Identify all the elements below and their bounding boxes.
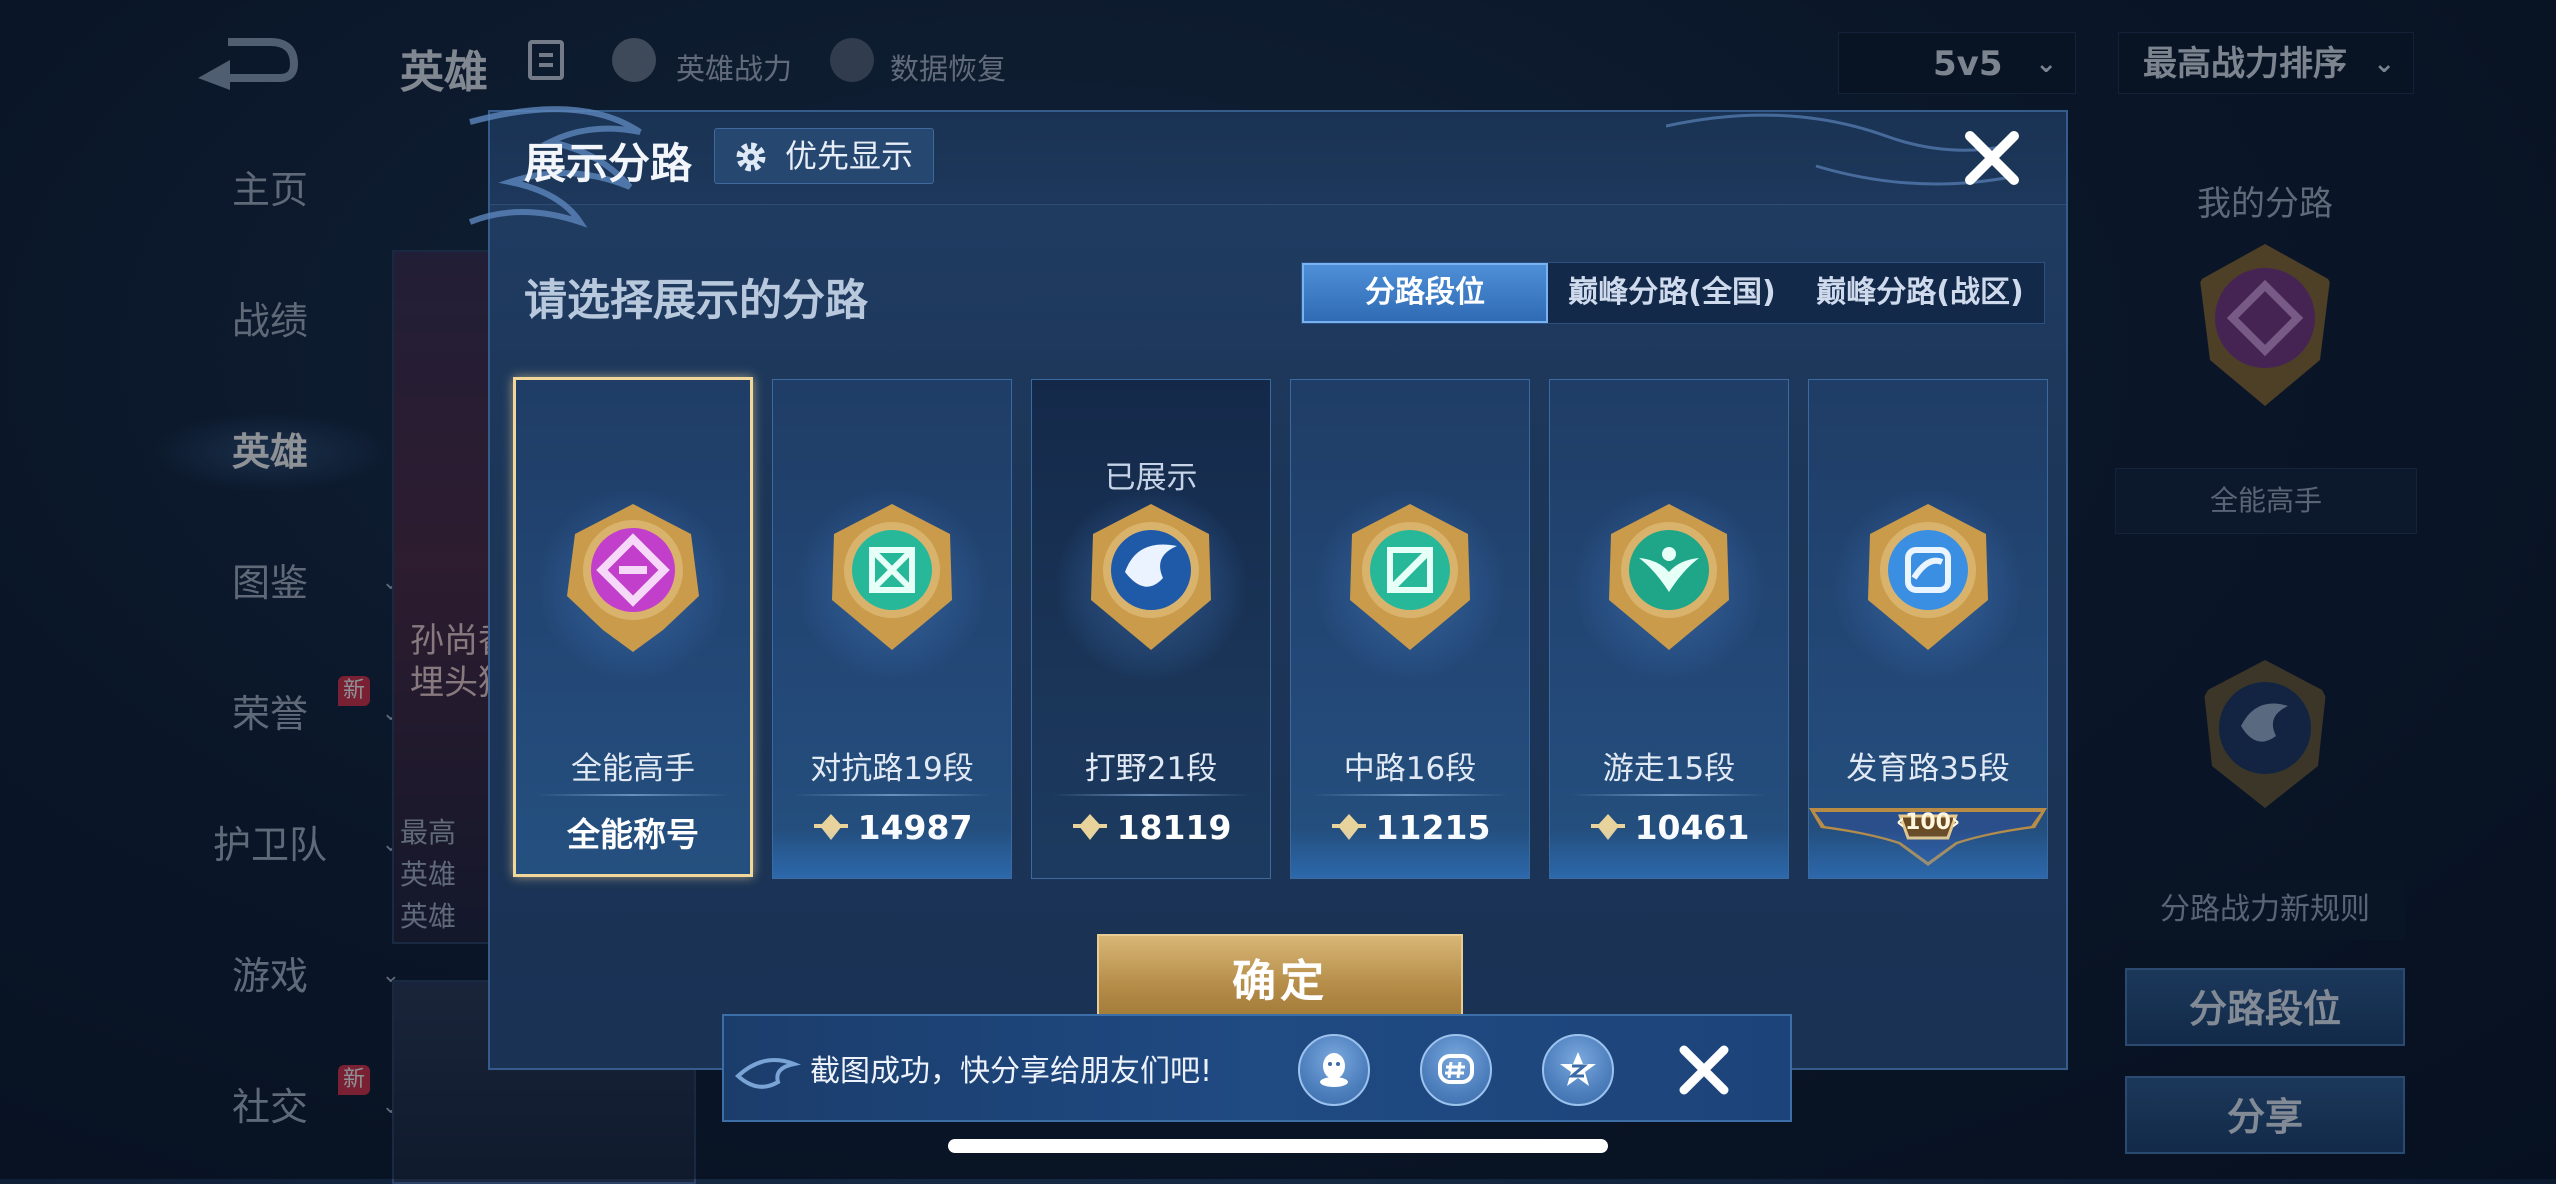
lane-card-roam[interactable]: 游走15段 10461 [1549,379,1789,879]
farm-lane-emblem-icon [1868,504,1988,650]
lane-name: 中路16段 [1343,751,1477,787]
modal-title: 展示分路 [524,139,693,188]
tab-peak-region[interactable]: 巅峰分路(战区) [1796,263,2044,323]
lane-name: 打野21段 [1084,751,1218,787]
nav-item-codex[interactable]: 图鉴 ⌄ [150,543,400,623]
divider [793,794,991,796]
share-button[interactable]: 分享 [2125,1076,2405,1154]
lane-card-farm[interactable]: 发育路35段 ‹100› [1808,379,2048,879]
new-badge: 新 [337,676,370,706]
nav-item-honor[interactable]: 荣誉 ⌄ 新 [150,674,400,754]
divider [1570,794,1768,796]
card-glow [1809,828,2047,878]
nav-label: 主页 [231,168,308,212]
hero-power-link[interactable]: 英雄战力 [676,46,792,88]
nav-item-guard[interactable]: 护卫队 ⌄ [150,805,400,885]
tab-peak-national[interactable]: 巅峰分路(全国) [1548,263,1796,323]
toast-message: 截图成功，快分享给朋友们吧! [810,1054,1213,1089]
card-glow [1291,828,1529,878]
my-lane-title: 我的分路 [2197,184,2333,224]
data-restore-icon [830,38,874,82]
hero-power-icon [612,38,656,82]
share-toast: 截图成功，快分享给朋友们吧! [722,1014,1792,1122]
jungle-emblem-icon [1091,504,1211,650]
close-icon[interactable] [1960,126,2024,190]
modal-subtitle: 请选择展示的分路 [524,276,868,326]
nav-label: 荣誉 [231,692,308,736]
nav-label: 社交 [231,1085,308,1129]
cloud-swirl-decoration [735,1058,801,1089]
divider [536,794,730,796]
qq-icon [1320,1053,1348,1087]
lane-tabs: 分路段位 巅峰分路(全国) 巅峰分路(战区) [1301,262,2045,324]
lane-rank-button[interactable]: 分路段位 [2125,968,2405,1046]
lane-name: 全能高手 [571,751,695,787]
lane-display-modal: 展示分路 优先显示 请选择展示的分路 分路段位 巅峰分路(全国) 巅峰分路(战区… [468,106,2068,1070]
tab-lane-rank[interactable]: 分路段位 [1302,263,1548,323]
cloud-swirl-decoration [468,106,642,228]
qzone-icon [1560,1052,1596,1086]
data-restore-link[interactable]: 数据恢复 [890,46,1006,88]
back-arrow-icon[interactable] [190,30,300,90]
lane-card-all-round[interactable]: 全能高手 全能称号 [513,377,753,877]
power-icon [1072,814,1107,840]
list-icon[interactable] [528,40,564,80]
sort-select-value: 最高战力排序 [2143,44,2347,84]
gear-icon [736,142,766,172]
nav-item-games[interactable]: 游戏 ⌄ [150,936,400,1016]
nav-item-social[interactable]: 社交 ⌄ 新 [150,1065,400,1147]
new-badge: 新 [337,1065,370,1095]
chevron-down-icon: ⌄ [2373,49,2395,79]
divider [1311,794,1509,796]
nav-label: 护卫队 [212,823,327,867]
lane-name: 发育路35段 [1846,751,2010,787]
home-indicator[interactable] [948,1139,1608,1153]
roam-emblem-icon [1609,504,1729,650]
all-round-emblem-icon [567,504,699,652]
nav-item-home[interactable]: 主页 [150,150,390,230]
nav-item-heroes[interactable]: 英雄 [150,412,390,492]
mode-select[interactable]: 5v5 ⌄ [1838,32,2076,94]
lane-name: 游走15段 [1602,751,1736,787]
jungle-emblem-icon [2204,660,2326,808]
lane-card-jungle[interactable]: 已展示 打野21段 18119 [1031,379,1271,879]
wechat-moments-icon [1438,1054,1474,1084]
clash-lane-emblem-icon [832,504,952,650]
all-round-emblem-icon [2200,244,2330,406]
lane-card-mid[interactable]: 中路16段 11215 [1290,379,1530,879]
nav-label: 英雄 [231,430,308,474]
priority-display-button[interactable]: 优先显示 [714,128,934,184]
divider [1052,794,1250,796]
card-glow [773,828,1011,878]
close-icon[interactable] [1674,1040,1734,1100]
sort-select[interactable]: 最高战力排序 ⌄ [2118,32,2414,94]
wechat-moments-share-button[interactable] [1420,1034,1492,1106]
nav-label: 游戏 [231,954,308,998]
lane-rules-link[interactable]: 分路战力新规则 [2125,880,2405,940]
qq-share-button[interactable] [1298,1034,1370,1106]
lane-value: 全能称号 [567,815,699,854]
lane-score: 18119 [1032,808,1270,847]
mode-select-value: 5v5 [1933,44,2003,84]
page-title: 英雄 [400,47,488,98]
qzone-share-button[interactable] [1542,1034,1614,1106]
chevron-down-icon: ⌄ [2035,49,2057,79]
card-glow [1550,828,1788,878]
lane-name: 对抗路19段 [810,751,974,787]
power-value: 18119 [1116,808,1232,847]
mid-lane-emblem-icon [1350,504,1470,650]
nav-item-records[interactable]: 战绩 [150,281,390,361]
modal-header: 展示分路 优先显示 [468,106,2066,228]
my-lane-label: 全能高手 [2115,468,2417,534]
priority-display-label: 优先显示 [785,137,914,175]
lane-card-clash[interactable]: 对抗路19段 14987 [772,379,1012,879]
nav-label: 战绩 [231,299,308,343]
nav-label: 图鉴 [231,561,308,605]
